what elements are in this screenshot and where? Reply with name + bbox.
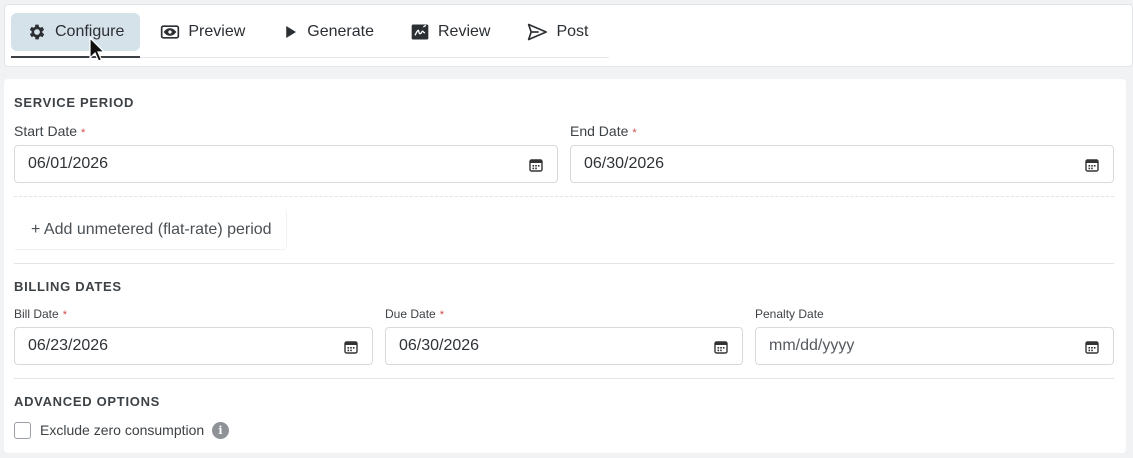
tab-post[interactable]: Post — [510, 13, 604, 51]
required-mark: * — [632, 127, 637, 139]
calendar-icon[interactable] — [1085, 158, 1099, 172]
calendar-icon[interactable] — [1085, 340, 1099, 354]
required-mark: * — [81, 127, 86, 139]
penalty-date-placeholder: mm/dd/yyyy — [769, 337, 855, 354]
due-date-label: Due Date * — [385, 307, 444, 321]
mouse-cursor-icon — [89, 37, 105, 62]
workflow-tab-bar: Configure Preview Generate Review Post — [4, 4, 1133, 67]
end-date-input[interactable]: 06/30/2026 — [570, 145, 1114, 183]
configure-panel: SERVICE PERIOD Start Date * 06/01/2026 En… — [4, 79, 1126, 453]
bill-date-label: Bill Date * — [14, 307, 67, 321]
play-icon — [286, 26, 297, 38]
tab-review[interactable]: Review — [394, 13, 506, 51]
active-tab-indicator — [11, 56, 140, 58]
exclude-zero-label[interactable]: Exclude zero consumption — [40, 422, 204, 438]
calendar-icon[interactable] — [344, 340, 358, 354]
start-date-value: 06/01/2026 — [28, 155, 109, 172]
required-mark: * — [439, 309, 444, 321]
tab-review-label: Review — [438, 23, 491, 40]
start-date-input[interactable]: 06/01/2026 — [14, 145, 558, 183]
add-unmetered-period-button[interactable]: + Add unmetered (flat-rate) period — [14, 210, 287, 250]
required-mark: * — [62, 309, 67, 321]
send-icon — [528, 23, 548, 41]
eye-icon — [161, 25, 180, 39]
exclude-zero-checkbox[interactable] — [14, 422, 31, 439]
calendar-icon[interactable] — [529, 158, 543, 172]
bill-date-input[interactable]: 06/23/2026 — [14, 327, 373, 365]
start-date-label: Start Date * — [14, 123, 86, 139]
tab-preview-label: Preview — [188, 23, 246, 40]
billing-dates-title: BILLING DATES — [14, 279, 122, 294]
tab-generate[interactable]: Generate — [265, 13, 390, 51]
due-date-value: 06/30/2026 — [399, 337, 480, 354]
tab-generate-label: Generate — [307, 23, 374, 40]
bill-date-value: 06/23/2026 — [28, 337, 109, 354]
penalty-date-input[interactable]: mm/dd/yyyy — [755, 327, 1114, 365]
signature-icon — [411, 24, 429, 40]
penalty-date-label: Penalty Date — [755, 307, 824, 321]
tab-post-label: Post — [556, 23, 589, 40]
dashed-divider — [14, 196, 1114, 197]
tab-configure[interactable]: Configure — [11, 13, 141, 51]
section-divider — [14, 263, 1114, 264]
tab-preview[interactable]: Preview — [144, 13, 261, 51]
service-period-title: SERVICE PERIOD — [14, 95, 135, 110]
end-date-value: 06/30/2026 — [584, 155, 665, 172]
gear-icon — [29, 24, 45, 40]
info-icon[interactable]: i — [212, 422, 229, 439]
section-divider — [14, 378, 1114, 379]
advanced-options-title: ADVANCED OPTIONS — [14, 394, 161, 409]
calendar-icon[interactable] — [714, 340, 728, 354]
due-date-input[interactable]: 06/30/2026 — [385, 327, 743, 365]
end-date-label: End Date * — [570, 123, 637, 139]
